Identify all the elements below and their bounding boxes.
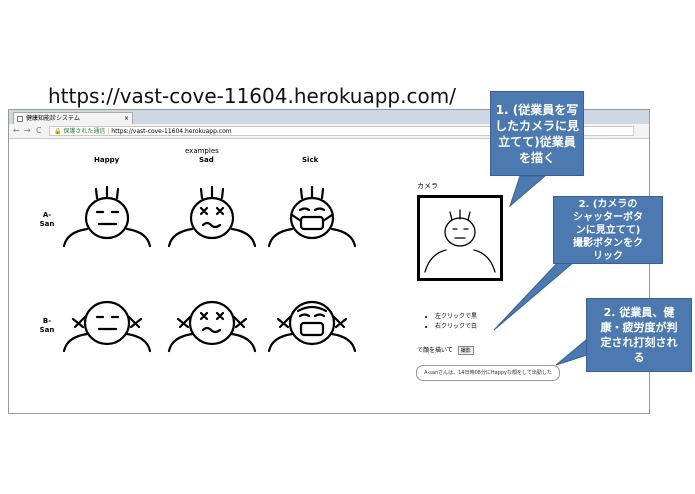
row-label-line1: A- <box>42 211 52 219</box>
callout-stamp-result: 2. 従業員、健 康・疲労度が判 定され打刻され る <box>586 298 692 372</box>
example-face-b-sad <box>167 300 257 353</box>
camera-label: カメラ <box>417 182 438 190</box>
callout-line: 定され打刻され <box>600 336 678 349</box>
forward-arrow-icon[interactable]: → <box>24 126 31 135</box>
example-face-b-sick <box>267 300 357 353</box>
row-label-b-san: B- San <box>37 317 57 335</box>
page-icon <box>17 116 23 122</box>
example-face-b-happy <box>62 300 152 353</box>
row-label-line1: B- <box>42 317 52 325</box>
capture-row: で顔を描いて 撮影 <box>417 345 474 355</box>
callout-line: シャッターボタ <box>573 211 643 223</box>
tab-title: 健康知能診システム <box>26 115 80 122</box>
address-text: https://vast-cove-11604.herokuapp.com <box>111 128 232 135</box>
callout-line: を描く <box>518 150 555 165</box>
callout-line: したカメラに見 <box>494 118 579 133</box>
page-content: examples Happy Sad Sick A- San B- San カメ… <box>9 139 649 413</box>
drawn-face <box>424 209 496 273</box>
callout-line: 立てて)従業員 <box>498 134 576 149</box>
callout-line: る <box>633 351 645 364</box>
row-label-line2: San <box>39 326 55 334</box>
instruction-right-click: 右クリックで白 <box>435 322 477 332</box>
column-label-sick: Sick <box>302 156 319 164</box>
examples-label: examples <box>185 147 219 155</box>
example-face-a-sad <box>167 185 257 248</box>
callout-line: ンに見立てて) <box>575 224 641 236</box>
drawing-canvas[interactable] <box>417 195 503 281</box>
click-instructions: 左クリックで黒 右クリックで白 <box>423 312 477 332</box>
example-face-a-happy <box>62 185 152 248</box>
back-arrow-icon[interactable]: ← <box>13 126 20 135</box>
callout-line: リック <box>593 250 623 262</box>
callout-line: 1. (従業員を写 <box>495 102 579 117</box>
callout-click-shutter: 2. (カメラの シャッターボタ ンに見立てて) 撮影ボタンをク リック <box>553 196 663 264</box>
result-message: A-sanさんは、14日時08分にHappyな顔をして出勤した <box>416 365 560 381</box>
callout-line: 康・疲労度が判 <box>600 321 678 334</box>
browser-tab[interactable]: 健康知能診システム × <box>13 112 133 124</box>
draw-prompt: で顔を描いて <box>417 347 453 354</box>
column-label-sad: Sad <box>199 156 214 164</box>
example-face-a-sick <box>267 185 357 248</box>
callout-line: 2. 従業員、健 <box>603 306 675 319</box>
row-label-a-san: A- San <box>37 211 57 229</box>
lock-icon: 🔒 <box>54 128 62 135</box>
callout-draw-employee: 1. (従業員を写 したカメラに見 立てて)従業員 を描く <box>490 91 584 176</box>
callout-line: 2. (カメラの <box>578 198 638 210</box>
callout-line: 撮影ボタンをク <box>573 237 643 249</box>
shoot-button[interactable]: 撮影 <box>457 346 474 355</box>
column-label-happy: Happy <box>94 156 120 164</box>
row-label-line2: San <box>39 220 55 228</box>
reload-icon[interactable]: C <box>36 126 42 135</box>
url-heading: https://vast-cove-11604.herokuapp.com/ <box>48 84 456 108</box>
secure-label: 保護された通信 <box>63 128 106 135</box>
instruction-left-click: 左クリックで黒 <box>435 312 477 322</box>
